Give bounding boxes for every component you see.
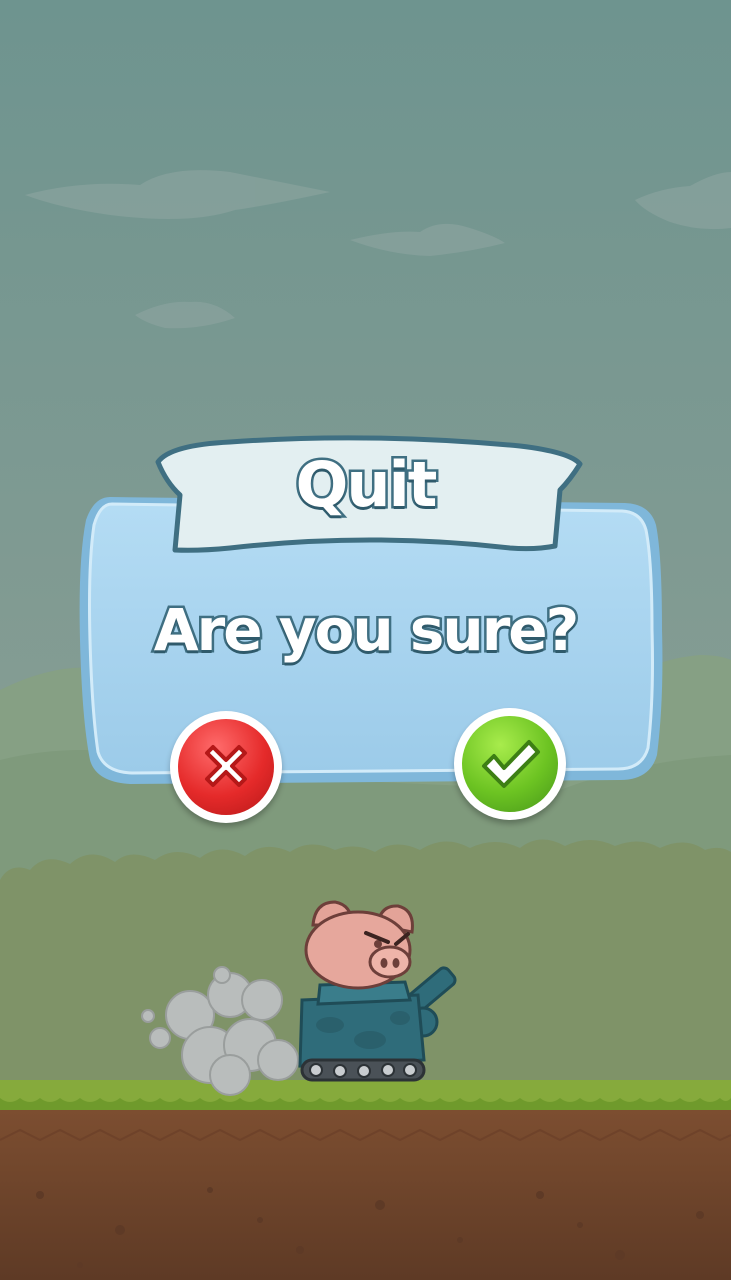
cancel-button[interactable] <box>170 711 282 823</box>
dialog-message: Are you sure? <box>151 594 582 667</box>
dialog-title: Quit <box>293 446 440 524</box>
confirm-button[interactable] <box>454 708 566 820</box>
check-icon <box>482 740 540 788</box>
close-icon <box>205 745 247 787</box>
